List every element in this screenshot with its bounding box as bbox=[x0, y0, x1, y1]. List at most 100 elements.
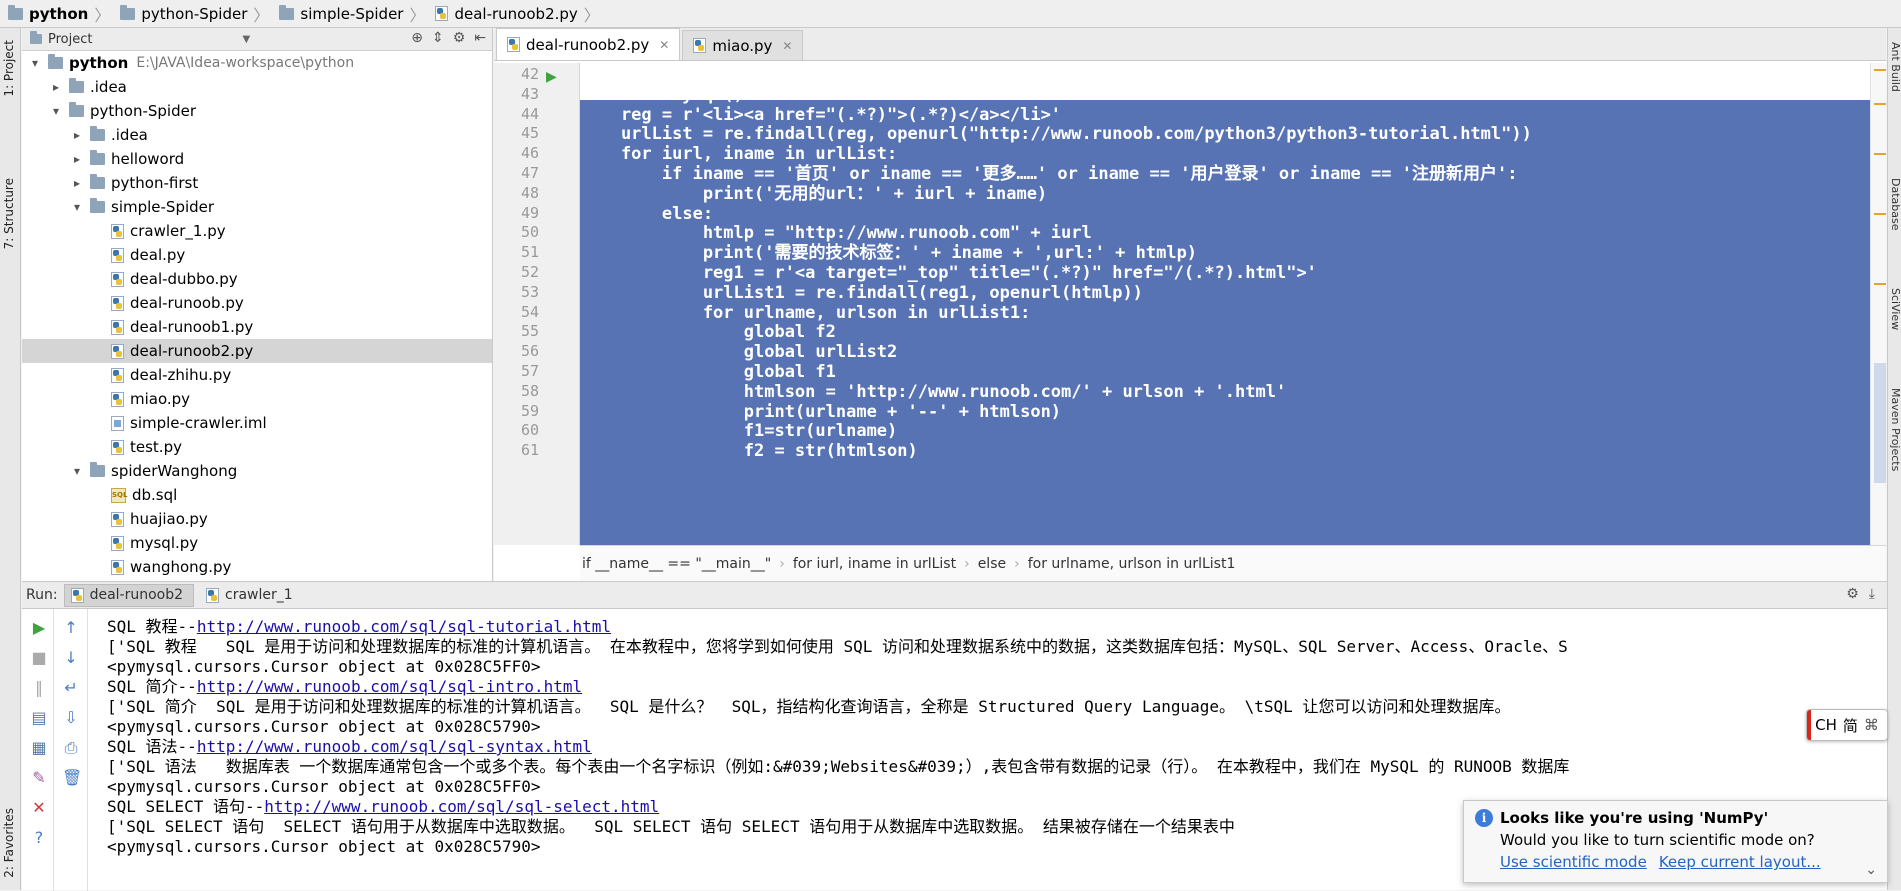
tree-item[interactable]: ▾ python-Spider bbox=[22, 99, 492, 123]
chevron-down-icon[interactable]: ▾ bbox=[70, 200, 84, 214]
tree-item[interactable]: mysql.py bbox=[22, 531, 492, 555]
locate-icon[interactable]: ⊕ bbox=[411, 30, 423, 46]
chevron-down-icon[interactable]: ⌄ bbox=[1865, 862, 1877, 878]
help-icon[interactable]: ? bbox=[30, 829, 48, 847]
tree-item[interactable]: deal-runoob2.py bbox=[22, 339, 492, 363]
soft-wrap-icon[interactable]: ↵ bbox=[62, 679, 80, 697]
tab-miao[interactable]: miao.py ✕ bbox=[682, 30, 804, 60]
tree-item[interactable]: deal.py bbox=[22, 243, 492, 267]
tree-item[interactable]: crawler_1.py bbox=[22, 219, 492, 243]
line-number: 50 bbox=[520, 223, 539, 242]
rerun-icon[interactable]: ▶ bbox=[30, 619, 48, 637]
chevron-right-icon[interactable]: ▸ bbox=[70, 128, 84, 142]
chevron-down-icon[interactable]: ▾ bbox=[28, 56, 42, 70]
gear-icon[interactable]: ⚙ bbox=[453, 30, 466, 46]
restore-layout-icon[interactable]: ▤ bbox=[30, 709, 48, 727]
input-method-badge[interactable]: CH 简 ⌘ bbox=[1806, 709, 1888, 741]
breadcrumb-python-spider[interactable]: python-Spider 〉 bbox=[116, 3, 275, 25]
code-breadcrumb-item[interactable]: for iurl, iname in urlList bbox=[793, 556, 956, 572]
breadcrumb-python[interactable]: python 〉 bbox=[4, 3, 116, 25]
tree-item[interactable]: deal-zhihu.py bbox=[22, 363, 492, 387]
scrollbar-marker[interactable] bbox=[1874, 153, 1886, 155]
breadcrumb-label: deal-runoob2.py bbox=[454, 4, 578, 23]
run-tab-deal-runoob2[interactable]: deal-runoob2 bbox=[63, 583, 195, 607]
project-tool-tab[interactable]: 1: Project bbox=[2, 40, 16, 97]
trash-icon[interactable]: 🗑 bbox=[62, 769, 82, 787]
tree-item[interactable]: ▸ helloword bbox=[22, 147, 492, 171]
run-tab-label: deal-runoob2 bbox=[89, 587, 184, 603]
chevron-down-icon[interactable]: ▾ bbox=[70, 464, 84, 478]
line-number: 45 bbox=[520, 124, 539, 143]
tree-item[interactable]: deal-runoob1.py bbox=[22, 315, 492, 339]
tree-item[interactable]: ▾ spiderWanghong bbox=[22, 459, 492, 483]
tree-item[interactable]: deal-runoob.py bbox=[22, 291, 492, 315]
maven-projects-tool-tab[interactable]: Maven Projects bbox=[1889, 388, 1901, 471]
chevron-right-icon[interactable]: ▸ bbox=[70, 176, 84, 190]
chevron-down-icon[interactable]: ▼ bbox=[242, 34, 250, 45]
use-scientific-mode-link[interactable]: Use scientific mode bbox=[1500, 851, 1647, 873]
pin-tab-icon[interactable]: ✎ bbox=[30, 769, 48, 787]
tree-item[interactable]: miao.py bbox=[22, 387, 492, 411]
stop-icon[interactable]: ■ bbox=[30, 649, 48, 667]
breadcrumb-file[interactable]: deal-runoob2.py 〉 bbox=[431, 3, 605, 25]
chevron-right-icon[interactable]: ▸ bbox=[70, 152, 84, 166]
arrow-up-icon[interactable]: ↑ bbox=[62, 619, 80, 637]
arrow-down-icon[interactable]: ↓ bbox=[62, 649, 80, 667]
breadcrumb-simple-spider[interactable]: simple-Spider 〉 bbox=[275, 3, 431, 25]
tree-item[interactable]: SQL db.sql bbox=[22, 483, 492, 507]
tree-item[interactable]: ▾ simple-Spider bbox=[22, 195, 492, 219]
hide-panel-icon[interactable]: ⤓ bbox=[1869, 586, 1875, 602]
tree-item[interactable]: huajiao.py bbox=[22, 507, 492, 531]
close-icon[interactable]: ✕ bbox=[659, 38, 669, 52]
scrollbar-thumb[interactable] bbox=[1874, 363, 1886, 483]
structure-tool-tab[interactable]: 7: Structure bbox=[2, 178, 16, 249]
sciview-tool-tab[interactable]: SciView bbox=[1889, 288, 1901, 330]
scroll-to-end-icon[interactable]: ⇩ bbox=[62, 709, 80, 727]
tree-item[interactable]: ▸ python-first bbox=[22, 171, 492, 195]
scrollbar-marker[interactable] bbox=[1874, 69, 1886, 71]
hide-panel-icon[interactable]: ⇤ bbox=[474, 30, 486, 46]
code-breadcrumb-item[interactable]: if __name__ == "__main__" bbox=[582, 556, 771, 572]
tree-item[interactable]: test.py bbox=[22, 435, 492, 459]
project-tree: ▾ python E:\JAVA\Idea-workspace\python ▸ .id… bbox=[22, 51, 492, 579]
close-icon[interactable]: ✕ bbox=[782, 39, 792, 53]
tree-item[interactable]: wanghong.py bbox=[22, 555, 492, 579]
console-link[interactable]: http://www.runoob.com/sql/sql-tutorial.h… bbox=[197, 617, 611, 636]
chevron-right-icon[interactable]: ▸ bbox=[49, 80, 63, 94]
tree-item-label: simple-Spider bbox=[111, 198, 215, 216]
console-link[interactable]: http://www.runoob.com/sql/sql-syntax.htm… bbox=[197, 737, 592, 756]
project-view-selector[interactable]: Project bbox=[48, 32, 92, 47]
gear-icon[interactable]: ⚙ bbox=[1846, 586, 1859, 602]
editor-scrollbar[interactable] bbox=[1870, 63, 1886, 545]
tree-item[interactable]: ▾ python E:\JAVA\Idea-workspace\python bbox=[22, 51, 492, 75]
print-icon[interactable]: ⎙ bbox=[62, 739, 80, 757]
run-icon[interactable]: ▶ bbox=[546, 69, 557, 85]
dump-threads-icon[interactable]: ▦ bbox=[30, 739, 48, 757]
scrollbar-marker[interactable] bbox=[1874, 103, 1886, 105]
run-label: Run: bbox=[26, 587, 58, 603]
code-breadcrumb-item[interactable]: else bbox=[978, 556, 1006, 572]
database-tool-tab[interactable]: Database bbox=[1889, 178, 1901, 231]
tree-item[interactable]: ▸ .idea bbox=[22, 75, 492, 99]
tree-item[interactable]: simple-crawler.iml bbox=[22, 411, 492, 435]
pause-icon[interactable]: ‖ bbox=[30, 679, 48, 697]
favorites-tool-tab[interactable]: 2: Favorites bbox=[2, 808, 16, 878]
keep-current-layout-link[interactable]: Keep current layout... bbox=[1659, 851, 1821, 873]
ant-build-tool-tab[interactable]: Ant Build bbox=[1889, 42, 1901, 92]
chevron-down-icon[interactable]: ▾ bbox=[49, 104, 63, 118]
close-icon[interactable]: ✕ bbox=[30, 799, 48, 817]
project-panel: Project ▼ ⊕ ⇕ ⚙ ⇤ ▾ python E:\JAVA\Idea-wo… bbox=[22, 28, 493, 581]
tree-item[interactable]: ▸ .idea bbox=[22, 123, 492, 147]
python-file-icon bbox=[507, 37, 520, 52]
console-link[interactable]: http://www.runoob.com/sql/sql-select.htm… bbox=[264, 797, 659, 816]
console-link[interactable]: http://www.runoob.com/sql/sql-intro.html bbox=[197, 677, 582, 696]
code-breadcrumb-item[interactable]: for urlname, urlson in urlList1 bbox=[1028, 556, 1236, 572]
code-area[interactable]: if __name__ == "__main__": #testMysql() … bbox=[580, 63, 1870, 545]
scrollbar-marker[interactable] bbox=[1874, 283, 1886, 285]
tree-item[interactable]: deal-dubbo.py bbox=[22, 267, 492, 291]
collapse-icon[interactable]: ⇕ bbox=[432, 30, 444, 46]
run-tab-crawler-1[interactable]: crawler_1 bbox=[200, 584, 303, 607]
scrollbar-marker[interactable] bbox=[1874, 213, 1886, 215]
code-line[interactable]: f2 = str(htmlson) bbox=[580, 439, 918, 463]
tab-deal-runoob2[interactable]: deal-runoob2.py ✕ bbox=[496, 28, 681, 60]
